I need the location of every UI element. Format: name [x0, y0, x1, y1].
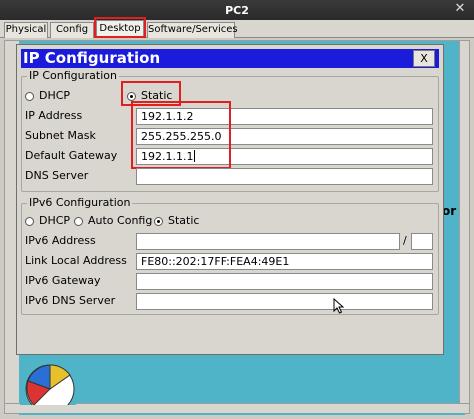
ipv4-static-label: Static: [141, 89, 173, 102]
dns-server-label: DNS Server: [25, 169, 89, 182]
mouse-cursor-icon: [333, 298, 345, 314]
link-local-address-label: Link Local Address: [25, 254, 127, 267]
vertical-scrollbar[interactable]: [459, 41, 469, 413]
ipv4-static-radio[interactable]: [127, 92, 136, 101]
window-close-icon[interactable]: ✕: [452, 1, 468, 17]
ipv6-prefix-input[interactable]: [411, 233, 433, 250]
tab-config[interactable]: Config: [50, 22, 94, 38]
default-gateway-label: Default Gateway: [25, 149, 118, 162]
tab-strip: Physical Config Desktop Software/Service…: [0, 17, 474, 38]
ipv4-dhcp-radio[interactable]: [25, 92, 34, 101]
window-titlebar: PC2 ✕: [0, 0, 474, 20]
ipv6-dns-server-label: IPv6 DNS Server: [25, 294, 116, 307]
ipv6-static-radio[interactable]: [154, 217, 163, 226]
app-pie-icon[interactable]: [20, 355, 76, 405]
ipv4-group-label: IP Configuration: [27, 69, 119, 82]
window-title: PC2: [225, 3, 249, 17]
dns-server-input[interactable]: [136, 168, 433, 185]
tab-software-services[interactable]: Software/Services: [147, 22, 238, 38]
ip-configuration-dialog: IP Configuration X IP Configuration DHCP…: [16, 44, 444, 355]
background-app-label: or: [442, 204, 457, 218]
tab-desktop[interactable]: Desktop: [96, 20, 144, 38]
default-gateway-input[interactable]: 192.1.1.1: [136, 148, 433, 165]
subnet-mask-label: Subnet Mask: [25, 129, 96, 142]
ipv6-dhcp-label: DHCP: [39, 214, 71, 227]
ipv6-auto-config-radio[interactable]: [74, 217, 83, 226]
ip-address-label: IP Address: [25, 109, 83, 122]
ipv6-prefix-separator: /: [403, 234, 407, 247]
link-local-address-input[interactable]: FE80::202:17FF:FEA4:49E1: [136, 253, 433, 270]
ipv4-dhcp-label: DHCP: [39, 89, 71, 102]
subnet-mask-input[interactable]: 255.255.255.0: [136, 128, 433, 145]
ipv6-static-label: Static: [168, 214, 200, 227]
ipv6-auto-config-label: Auto Config: [88, 214, 153, 227]
ipv6-gateway-input[interactable]: [136, 273, 433, 290]
dialog-title: IP Configuration: [23, 49, 161, 67]
ipv6-address-label: IPv6 Address: [25, 234, 96, 247]
ipv6-dhcp-radio[interactable]: [25, 217, 34, 226]
ipv6-dns-server-input[interactable]: [136, 293, 433, 310]
dialog-close-button[interactable]: X: [413, 50, 435, 67]
tab-physical[interactable]: Physical: [4, 22, 48, 38]
ipv6-group-label: IPv6 Configuration: [27, 196, 133, 209]
ip-address-input[interactable]: 192.1.1.2: [136, 108, 433, 125]
dialog-header: IP Configuration X: [21, 49, 439, 68]
ipv6-address-input[interactable]: [136, 233, 400, 250]
ipv6-gateway-label: IPv6 Gateway: [25, 274, 101, 287]
